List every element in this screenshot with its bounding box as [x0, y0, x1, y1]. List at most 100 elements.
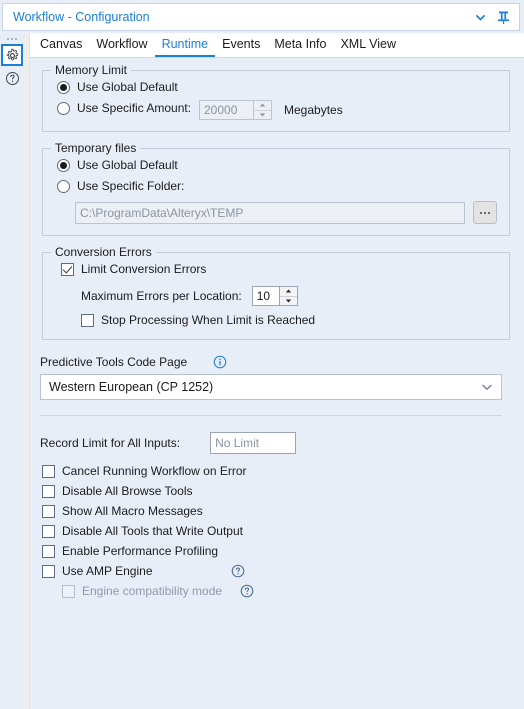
- caret-up-icon: [259, 103, 266, 107]
- engine-compatibility-mode-checkbox[interactable]: [62, 584, 75, 598]
- option-row-enable-performance-profiling[interactable]: Enable Performance Profiling: [42, 544, 218, 558]
- runtime-settings-panel: Memory Limit Use Global Default Use Spec…: [30, 58, 524, 709]
- temp-use-global-default-label: Use Global Default: [77, 158, 178, 172]
- max-errors-spin-down[interactable]: [280, 297, 297, 306]
- temp-use-global-default-radio[interactable]: [57, 158, 70, 172]
- caret-down-icon: [285, 299, 291, 303]
- panel-title-bar: Workflow - Configuration: [2, 3, 520, 31]
- pin-icon: [497, 11, 509, 24]
- tab-workflow[interactable]: Workflow: [89, 37, 154, 57]
- use-amp-engine-help-button[interactable]: [231, 564, 245, 578]
- collapse-button[interactable]: [467, 4, 493, 30]
- question-circle-icon: [240, 584, 254, 598]
- show-all-macro-messages-label: Show All Macro Messages: [62, 504, 203, 518]
- tab-strip: Canvas Workflow Runtime Events Meta Info…: [30, 33, 524, 58]
- enable-performance-profiling-checkbox[interactable]: [42, 544, 55, 558]
- option-row-use-amp-engine[interactable]: Use AMP Engine: [42, 564, 245, 578]
- memory-limit-group: Memory Limit Use Global Default Use Spec…: [42, 63, 510, 132]
- memory-use-specific-amount-row[interactable]: Use Specific Amount:: [57, 101, 191, 115]
- memory-amount-spin-down[interactable]: [254, 111, 271, 120]
- option-row-engine-compatibility-mode[interactable]: Engine compatibility mode: [62, 584, 254, 598]
- limit-conversion-errors-checkbox[interactable]: [61, 262, 74, 276]
- code-page-selected-value: Western European (CP 1252): [49, 380, 214, 394]
- tab-meta-info[interactable]: Meta Info: [267, 37, 333, 57]
- ellipsis-dot: [484, 211, 486, 214]
- rail-item-help[interactable]: [1, 67, 23, 89]
- info-icon: [213, 355, 227, 369]
- temporary-files-group: Temporary files Use Global Default Use S…: [42, 141, 510, 236]
- disable-all-tools-that-write-output-label: Disable All Tools that Write Output: [62, 524, 243, 538]
- temp-use-specific-folder-label: Use Specific Folder:: [77, 179, 185, 193]
- cancel-running-workflow-on-error-label: Cancel Running Workflow on Error: [62, 464, 247, 478]
- limit-conversion-errors-row[interactable]: Limit Conversion Errors: [61, 262, 206, 276]
- option-row-disable-all-browse-tools[interactable]: Disable All Browse Tools: [42, 484, 193, 498]
- code-page-label: Predictive Tools Code Page: [40, 355, 188, 369]
- stop-processing-checkbox[interactable]: [81, 313, 94, 327]
- caret-down-icon: [259, 113, 266, 117]
- grip-dot: [15, 38, 17, 40]
- stop-processing-row[interactable]: Stop Processing When Limit is Reached: [81, 313, 315, 327]
- max-errors-input[interactable]: 10: [251, 286, 280, 306]
- gear-icon: [6, 48, 18, 60]
- memory-amount-spinner[interactable]: [254, 100, 272, 120]
- memory-limit-title: Memory Limit: [51, 63, 132, 77]
- use-amp-engine-label: Use AMP Engine: [62, 564, 153, 578]
- memory-amount-input[interactable]: 20000: [199, 100, 254, 120]
- memory-use-specific-amount-radio[interactable]: [57, 101, 70, 115]
- record-limit-input[interactable]: No Limit: [210, 432, 297, 454]
- temp-folder-input[interactable]: C:\ProgramData\Alteryx\TEMP: [75, 201, 465, 224]
- memory-units-label: Megabytes: [284, 103, 343, 117]
- disable-all-tools-that-write-output-checkbox[interactable]: [42, 524, 55, 538]
- temp-use-global-default-row[interactable]: Use Global Default: [57, 158, 178, 172]
- tab-xml-view[interactable]: XML View: [333, 37, 403, 57]
- question-circle-icon: [231, 564, 244, 578]
- max-errors-label: Maximum Errors per Location:: [81, 289, 242, 303]
- use-amp-engine-checkbox[interactable]: [42, 564, 55, 578]
- pin-button[interactable]: [493, 4, 519, 30]
- cancel-running-workflow-on-error-checkbox[interactable]: [42, 464, 55, 478]
- memory-use-global-default-label: Use Global Default: [77, 80, 178, 94]
- engine-compatibility-mode-label: Engine compatibility mode: [82, 584, 223, 598]
- temporary-files-title: Temporary files: [51, 141, 141, 155]
- record-limit-row: Record Limit for All Inputs: No Limit: [40, 432, 297, 454]
- enable-performance-profiling-label: Enable Performance Profiling: [62, 544, 219, 558]
- max-errors-spin-up[interactable]: [279, 287, 297, 297]
- disable-all-browse-tools-label: Disable All Browse Tools: [62, 484, 193, 498]
- temp-folder-row: C:\ProgramData\Alteryx\TEMP: [75, 201, 497, 224]
- tab-canvas[interactable]: Canvas: [33, 37, 89, 57]
- chevron-down-icon: [475, 14, 485, 20]
- memory-amount-stepper[interactable]: 20000 Megabytes: [199, 100, 343, 120]
- conversion-errors-group: Conversion Errors Limit Conversion Error…: [42, 245, 510, 340]
- code-page-info-button[interactable]: [213, 355, 227, 369]
- temp-folder-browse-button[interactable]: [473, 201, 497, 224]
- engine-compatibility-mode-help-button[interactable]: [240, 584, 254, 598]
- tab-events[interactable]: Events: [215, 37, 267, 57]
- max-errors-spinner[interactable]: [279, 286, 298, 306]
- code-page-label-row: Predictive Tools Code Page: [40, 355, 227, 369]
- temp-use-specific-folder-radio[interactable]: [57, 179, 70, 193]
- code-page-dropdown[interactable]: Western European (CP 1252): [40, 374, 502, 400]
- disable-all-browse-tools-checkbox[interactable]: [42, 484, 55, 498]
- rail-item-configuration[interactable]: [1, 44, 23, 66]
- section-divider: [40, 415, 502, 416]
- conversion-errors-title: Conversion Errors: [51, 245, 156, 259]
- record-limit-label: Record Limit for All Inputs:: [40, 436, 181, 450]
- memory-amount-spin-up[interactable]: [254, 101, 271, 111]
- show-all-macro-messages-checkbox[interactable]: [42, 504, 55, 518]
- memory-use-global-default-row[interactable]: Use Global Default: [57, 80, 178, 94]
- grip-dot: [7, 38, 9, 40]
- chevron-down-icon: [482, 384, 492, 390]
- ellipsis-dot: [488, 211, 490, 214]
- caret-up-icon: [285, 289, 291, 293]
- panel-title: Workflow - Configuration: [13, 10, 150, 24]
- question-circle-icon: [5, 71, 19, 85]
- memory-use-global-default-radio[interactable]: [57, 80, 70, 94]
- limit-conversion-errors-label: Limit Conversion Errors: [81, 262, 207, 276]
- option-row-disable-all-tools-that-write-output[interactable]: Disable All Tools that Write Output: [42, 524, 243, 538]
- temp-use-specific-folder-row[interactable]: Use Specific Folder:: [57, 179, 184, 193]
- option-row-cancel-running-workflow-on-error[interactable]: Cancel Running Workflow on Error: [42, 464, 247, 478]
- option-row-show-all-macro-messages[interactable]: Show All Macro Messages: [42, 504, 203, 518]
- ellipsis-dot: [480, 211, 482, 214]
- max-errors-row: Maximum Errors per Location: 10: [81, 286, 298, 306]
- tab-runtime[interactable]: Runtime: [154, 37, 216, 57]
